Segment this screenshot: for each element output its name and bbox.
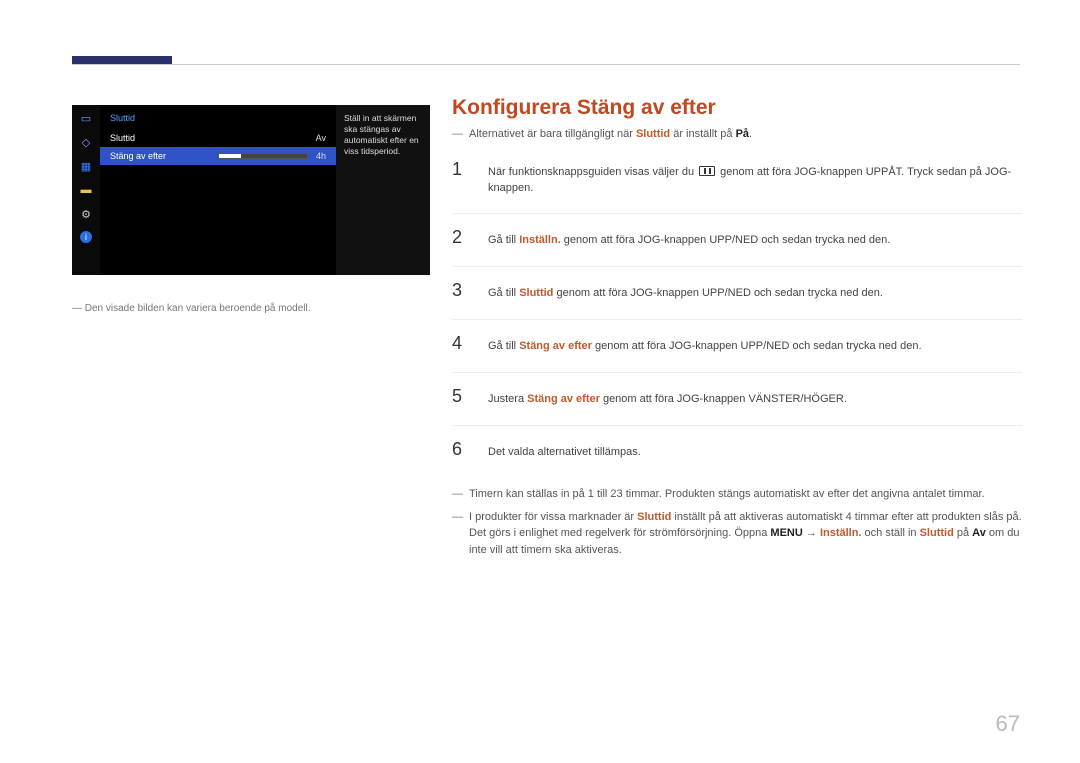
diamond-icon: ◇ [78,135,94,149]
steps-list: 1 När funktionsknappsguiden visas väljer… [452,146,1022,478]
osd-description: Ställ in att skärmen ska stängas av auto… [336,105,430,275]
step-2: 2 Gå till Inställn. genom att föra JOG-k… [452,214,1022,267]
left-column: ▭ ◇ ▦ ▬ ⚙ i Sluttid Sluttid Av Stäng av … [72,105,432,314]
right-column: Konfigurera Stäng av efter Alternativet … [452,96,1022,564]
step-number: 1 [452,156,470,182]
note-bold: På [736,128,749,140]
step-number: 6 [452,436,470,462]
step-5: 5 Justera Stäng av efter genom att föra … [452,373,1022,426]
timer-range-note: Timern kan ställas in på 1 till 23 timma… [452,486,1022,503]
step-1: 1 När funktionsknappsguiden visas väljer… [452,146,1022,214]
osd-menu-title: Sluttid [100,113,336,129]
osd-screenshot: ▭ ◇ ▦ ▬ ⚙ i Sluttid Sluttid Av Stäng av … [72,105,430,275]
note-text: är inställt på [670,128,735,140]
osd-icon-strip: ▭ ◇ ▦ ▬ ⚙ i [72,105,100,275]
step-text: Justera Stäng av efter genom att föra JO… [488,392,1022,408]
note-text: Alternativet är bara tillgängligt när [469,128,636,140]
note-text: . [749,128,752,140]
image-model-note: ― Den visade bilden kan variera beroende… [72,303,432,314]
step-6: 6 Det valda alternativet tillämpas. [452,426,1022,478]
step-number: 2 [452,224,470,250]
step-number: 5 [452,383,470,409]
page-title: Konfigurera Stäng av efter [452,96,1022,120]
step-number: 3 [452,277,470,303]
step-text: Gå till Sluttid genom att föra JOG-knapp… [488,286,1022,302]
osd-row-stang-av-efter: Stäng av efter 4h [100,147,336,165]
info-icon: i [80,231,92,243]
market-note: I produkter för vissa marknader är Slutt… [452,509,1022,559]
step-text: Gå till Inställn. genom att föra JOG-kna… [488,233,1022,249]
osd-row-value: 4h [316,151,326,161]
osd-row-label: Stäng av efter [110,151,210,161]
page-number: 67 [996,711,1020,737]
post-notes: Timern kan ställas in på 1 till 23 timma… [452,486,1022,558]
menu-icon [699,166,715,176]
tag-icon: ▬ [78,183,94,197]
step-3: 3 Gå till Sluttid genom att föra JOG-kna… [452,267,1022,320]
osd-row-value: Av [316,133,326,143]
step-text: Det valda alternativet tillämpas. [488,445,1022,461]
osd-main-panel: Sluttid Sluttid Av Stäng av efter 4h [100,105,336,275]
grid-icon: ▦ [78,159,94,173]
step-number: 4 [452,330,470,356]
header-rule [72,64,1020,65]
availability-note: Alternativet är bara tillgängligt när Sl… [452,128,1022,140]
note-highlight: Sluttid [636,128,670,140]
step-4: 4 Gå till Stäng av efter genom att föra … [452,320,1022,373]
gear-icon: ⚙ [78,207,94,221]
step-text: När funktionsknappsguiden visas väljer d… [488,165,1022,197]
monitor-icon: ▭ [78,111,94,125]
osd-row-sluttid: Sluttid Av [100,129,336,147]
step-text: Gå till Stäng av efter genom att föra JO… [488,339,1022,355]
osd-row-label: Sluttid [110,133,210,143]
osd-slider [218,153,308,159]
